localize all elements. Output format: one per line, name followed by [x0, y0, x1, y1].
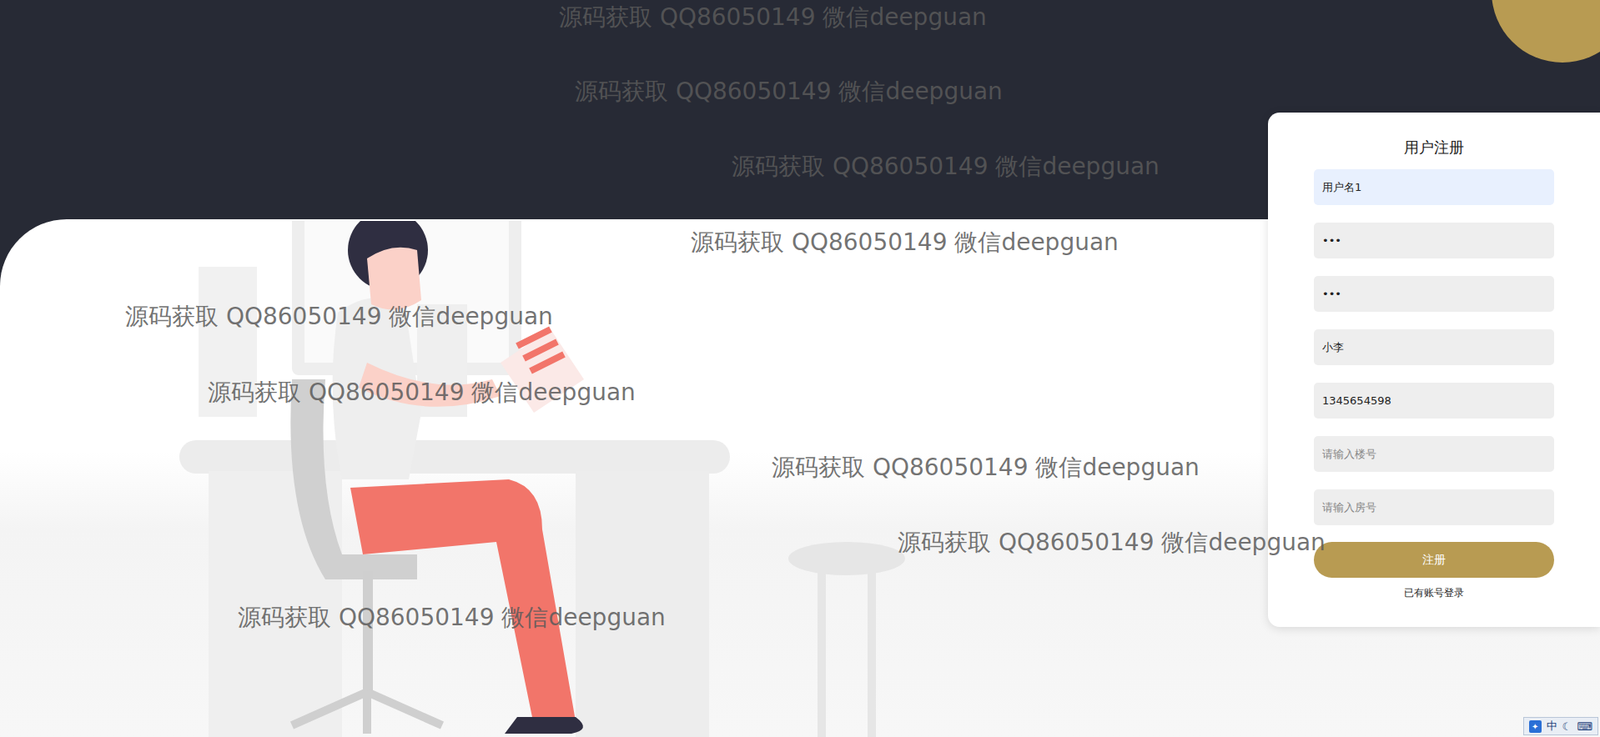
decor-circle [1491, 0, 1600, 63]
form-field[interactable] [1313, 436, 1555, 473]
form-field[interactable] [1313, 489, 1555, 526]
form-field[interactable] [1313, 222, 1555, 259]
keyboard-icon: ⌨ [1576, 720, 1593, 734]
watermark: 源码获取 QQ86050149 微信deepguan [237, 602, 666, 634]
form-field[interactable] [1313, 169, 1555, 206]
form-field[interactable] [1313, 382, 1555, 419]
register-card: 用户注册 注册 已有账号登录 [1267, 112, 1600, 628]
form-field[interactable] [1313, 276, 1555, 312]
ime-mode[interactable]: 中 [1546, 719, 1558, 735]
ime-logo-icon: ✦ [1529, 720, 1542, 734]
watermark: 源码获取 QQ86050149 微信deepguan [771, 452, 1200, 484]
watermark: 源码获取 QQ86050149 微信deepguan [558, 1, 987, 34]
form-field[interactable] [1313, 329, 1555, 366]
watermark: 源码获取 QQ86050149 微信deepguan [574, 75, 1003, 108]
register-button[interactable]: 注册 [1313, 542, 1555, 579]
watermark: 源码获取 QQ86050149 微信deepguan [731, 150, 1160, 183]
person-at-desk-illustration [166, 221, 918, 737]
login-link[interactable]: 已有账号登录 [1403, 586, 1465, 601]
watermark: 源码获取 QQ86050149 微信deepguan [690, 226, 1119, 259]
watermark: 源码获取 QQ86050149 微信deepguan [207, 377, 636, 409]
ime-toolbar[interactable]: ✦ 中 ☾ ⌨ [1523, 717, 1599, 736]
watermark: 源码获取 QQ86050149 微信deepguan [897, 527, 1326, 559]
watermark: 源码获取 QQ86050149 微信deepguan [125, 301, 554, 333]
moon-icon: ☾ [1562, 720, 1573, 734]
form-title: 用户注册 [1403, 137, 1465, 158]
